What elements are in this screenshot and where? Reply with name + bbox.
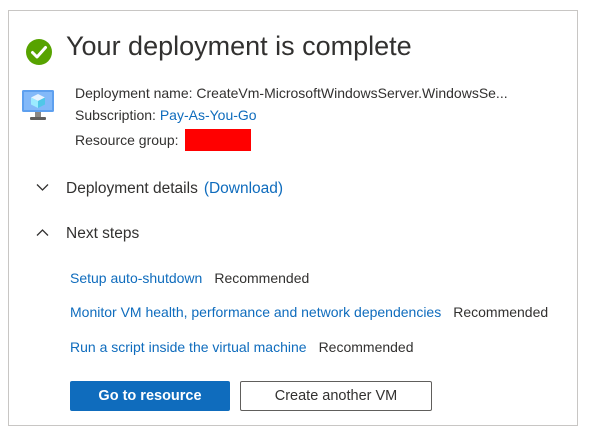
download-link[interactable]: (Download): [204, 180, 283, 197]
deployment-name-value: CreateVm-MicrosoftWindowsServer.WindowsS…: [196, 85, 508, 101]
create-another-vm-button[interactable]: Create another VM: [240, 381, 432, 411]
monitor-vm-health-link[interactable]: Monitor VM health, performance and netwo…: [70, 304, 441, 320]
subscription-label: Subscription:: [75, 107, 156, 123]
chevron-down-icon: [36, 180, 52, 195]
setup-auto-shutdown-link[interactable]: Setup auto-shutdown: [70, 270, 202, 286]
next-step-item: Setup auto-shutdown Recommended: [70, 270, 309, 286]
subscription-link[interactable]: Pay-As-You-Go: [160, 107, 257, 123]
page-title: Your deployment is complete: [66, 31, 412, 61]
recommended-tag: Recommended: [318, 339, 414, 355]
go-to-resource-button[interactable]: Go to resource: [70, 381, 230, 411]
next-step-item: Monitor VM health, performance and netwo…: [70, 304, 548, 320]
deployment-name-row: Deployment name: CreateVm-MicrosoftWindo…: [75, 85, 508, 101]
virtual-machine-icon: [22, 90, 54, 120]
resource-group-label: Resource group:: [75, 132, 179, 148]
next-steps-label: Next steps: [66, 225, 140, 242]
chevron-up-icon: [36, 225, 52, 240]
next-steps-toggle[interactable]: Next steps: [36, 225, 139, 243]
deployment-overview-panel: Your deployment is complete Deployment n…: [8, 10, 578, 426]
resource-group-row: Resource group:: [75, 129, 251, 151]
recommended-tag: Recommended: [453, 304, 549, 320]
recommended-tag: Recommended: [214, 270, 310, 286]
deployment-details-label: Deployment details: [66, 180, 198, 197]
check-circle-icon: [26, 39, 52, 65]
run-script-link[interactable]: Run a script inside the virtual machine: [70, 339, 307, 355]
deployment-name-label: Deployment name:: [75, 85, 193, 101]
redacted-resource-group: [184, 129, 251, 151]
deployment-details-toggle[interactable]: Deployment details (Download): [36, 180, 283, 198]
subscription-row: Subscription: Pay-As-You-Go: [75, 107, 257, 123]
next-step-item: Run a script inside the virtual machine R…: [70, 339, 414, 355]
